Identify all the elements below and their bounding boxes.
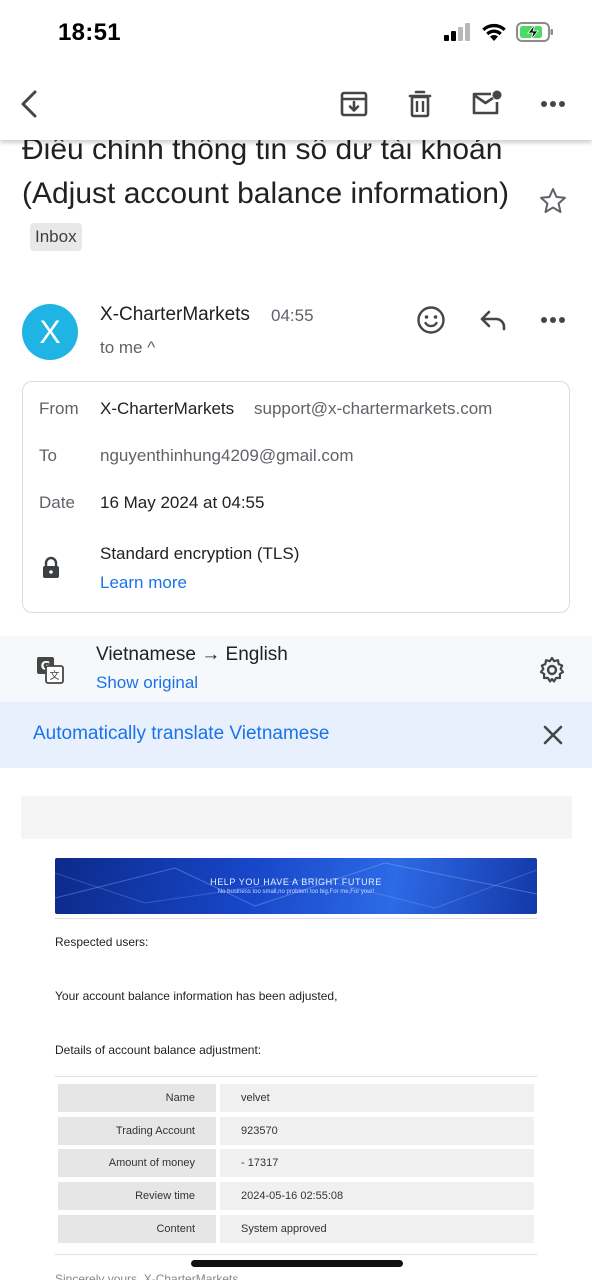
message-details-card: From X-CharterMarkets support@x-charterm… xyxy=(22,381,570,613)
to-label: To xyxy=(39,446,57,465)
battery-charging-icon xyxy=(516,22,553,42)
star-button[interactable] xyxy=(538,186,568,221)
from-label: From xyxy=(39,399,79,418)
table-label: Review time xyxy=(58,1182,216,1210)
date-value: 16 May 2024 at 04:55 xyxy=(100,493,265,512)
divider xyxy=(55,1254,537,1255)
sender-name: X-CharterMarkets xyxy=(100,304,250,325)
cellular-signal-icon xyxy=(444,23,470,41)
more-options-button[interactable] xyxy=(533,84,573,124)
auto-translate-bar: Automatically translate Vietnamese xyxy=(0,702,592,768)
table-value: 923570 xyxy=(220,1117,534,1145)
translation-languages: Vietnamese → English xyxy=(96,644,288,665)
table-value: 2024-05-16 02:55:08 xyxy=(220,1182,534,1210)
encryption-text: Standard encryption (TLS) xyxy=(100,544,300,563)
react-emoji-button[interactable] xyxy=(413,302,449,338)
table-label: Name xyxy=(58,1084,216,1112)
gear-icon xyxy=(539,656,565,683)
from-name: X-CharterMarkets xyxy=(100,399,235,418)
translation-settings-button[interactable] xyxy=(538,656,568,686)
status-icons xyxy=(444,22,554,42)
divider xyxy=(55,918,537,919)
reply-button[interactable] xyxy=(475,302,511,338)
recipients-toggle[interactable]: to me ^ xyxy=(100,338,155,358)
table-row: Content System approved xyxy=(58,1215,534,1243)
date-label: Date xyxy=(39,493,75,512)
promo-banner: HELP YOU HAVE A BRIGHT FUTURE No busines… xyxy=(55,858,537,914)
table-label: Amount of money xyxy=(58,1149,216,1177)
table-row: Review time 2024-05-16 02:55:08 xyxy=(58,1182,534,1210)
lock-icon xyxy=(43,556,59,578)
more-horizontal-icon xyxy=(541,101,565,107)
mark-unread-button[interactable] xyxy=(467,84,507,124)
message-more-button[interactable] xyxy=(535,302,571,338)
to-email[interactable]: nguyenthinhung4209@gmail.com xyxy=(100,446,354,466)
subject-area: Điều chỉnh thông tin số dư tài khoản (Ad… xyxy=(0,140,592,280)
table-row: Trading Account 923570 xyxy=(58,1117,534,1145)
divider xyxy=(55,1076,537,1077)
translation-bar: G 文 Vietnamese → English Show original xyxy=(0,636,592,702)
delete-button[interactable] xyxy=(400,84,440,124)
table-label: Trading Account xyxy=(58,1117,216,1145)
auto-translate-button[interactable]: Automatically translate Vietnamese xyxy=(33,723,329,745)
learn-more-link[interactable]: Learn more xyxy=(100,573,187,593)
sender-avatar[interactable]: X xyxy=(22,304,78,360)
close-icon xyxy=(543,725,563,745)
subject-text: Điều chỉnh thông tin số dư tài khoản (Ad… xyxy=(22,140,509,210)
banner-title: HELP YOU HAVE A BRIGHT FUTURE xyxy=(210,877,382,887)
show-original-link[interactable]: Show original xyxy=(96,673,198,693)
home-indicator[interactable] xyxy=(191,1260,403,1267)
archive-button[interactable] xyxy=(334,84,374,124)
svg-text:文: 文 xyxy=(50,669,60,682)
body-line-2: Details of account balance adjustment: xyxy=(55,1043,262,1057)
email-header-spacer xyxy=(21,796,572,839)
archive-icon xyxy=(340,91,368,117)
more-horizontal-icon xyxy=(541,317,565,323)
status-bar: 18:51 xyxy=(0,0,592,68)
wifi-icon xyxy=(482,23,506,41)
table-value: velvet xyxy=(220,1084,534,1112)
table-row: Name velvet xyxy=(58,1084,534,1112)
status-time: 18:51 xyxy=(58,19,121,46)
reply-icon xyxy=(480,310,506,331)
from-email[interactable]: support@x-chartermarkets.com xyxy=(254,399,492,419)
translate-icon: G 文 xyxy=(37,657,64,684)
smiley-icon xyxy=(417,306,445,334)
trash-icon xyxy=(408,90,432,118)
body-line-1: Your account balance information has bee… xyxy=(55,989,338,1003)
table-value: System approved xyxy=(220,1215,534,1243)
signature-text: Sincerely yours, X-CharterMarkets xyxy=(55,1272,239,1280)
table-label: Content xyxy=(58,1215,216,1243)
email-subject: Điều chỉnh thông tin số dư tài khoản (Ad… xyxy=(22,140,522,260)
mail-unread-icon xyxy=(472,90,502,115)
table-row: Amount of money - 17317 xyxy=(58,1149,534,1177)
dismiss-auto-translate-button[interactable] xyxy=(540,722,566,748)
back-button[interactable] xyxy=(10,84,50,124)
email-time: 04:55 xyxy=(271,306,314,325)
email-toolbar xyxy=(0,68,592,140)
table-value: - 17317 xyxy=(220,1149,534,1177)
star-icon xyxy=(540,188,566,213)
inbox-label-chip[interactable]: Inbox xyxy=(30,223,82,251)
back-arrow-icon xyxy=(21,90,37,118)
banner-subtitle: No business too small,no problem too big… xyxy=(217,889,375,895)
greeting-text: Respected users: xyxy=(55,935,149,949)
